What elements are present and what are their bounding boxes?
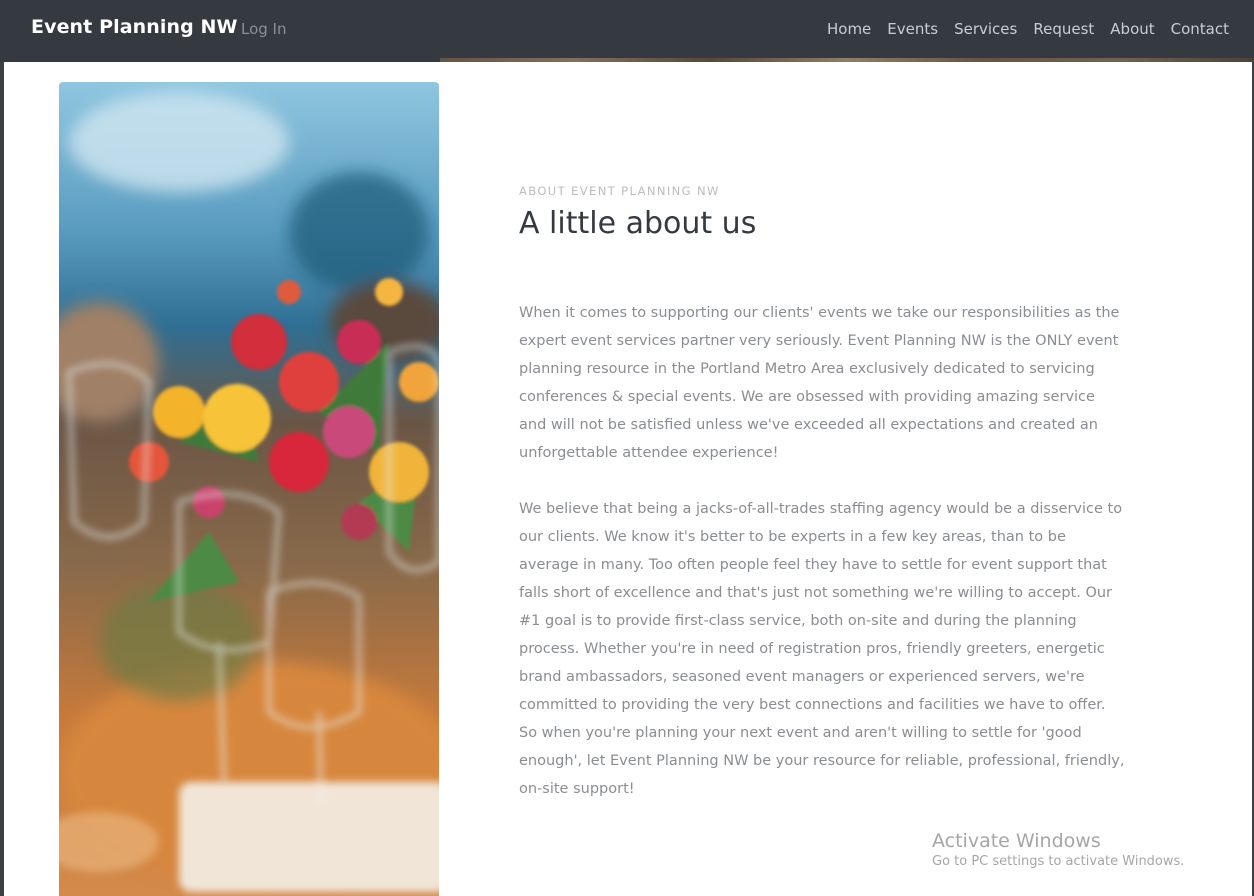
watermark-title: Activate Windows xyxy=(932,830,1101,852)
section-heading: A little about us xyxy=(519,206,757,241)
watermark-subtitle: Go to PC settings to activate Windows. xyxy=(932,854,1185,869)
window-left-edge xyxy=(0,62,4,896)
nav-link-services[interactable]: Services xyxy=(954,20,1017,38)
top-navbar: Event Planning NW Log In Home Events Ser… xyxy=(0,0,1254,62)
about-paragraph-1: When it comes to supporting our clients'… xyxy=(519,305,1120,461)
flower-table-photo xyxy=(59,82,439,896)
nav-link-events[interactable]: Events xyxy=(887,20,938,38)
nav-link-home[interactable]: Home xyxy=(827,20,871,38)
nav-link-contact[interactable]: Contact xyxy=(1171,20,1229,38)
nav-links: Home Events Services Request About Conta… xyxy=(827,20,1229,38)
section-eyebrow: ABOUT EVENT PLANNING NW xyxy=(519,184,720,198)
nav-link-request[interactable]: Request xyxy=(1033,20,1094,38)
login-link[interactable]: Log In xyxy=(241,20,287,38)
nav-link-about[interactable]: About xyxy=(1110,20,1154,38)
navbar-background-strip xyxy=(440,58,1254,62)
about-paragraph-2: We believe that being a jacks-of-all-tra… xyxy=(519,501,1125,797)
activate-windows-watermark: Activate Windows Go to PC settings to ac… xyxy=(932,830,1184,869)
brand-link[interactable]: Event Planning NW xyxy=(31,16,238,38)
photo-illustration xyxy=(59,82,439,896)
